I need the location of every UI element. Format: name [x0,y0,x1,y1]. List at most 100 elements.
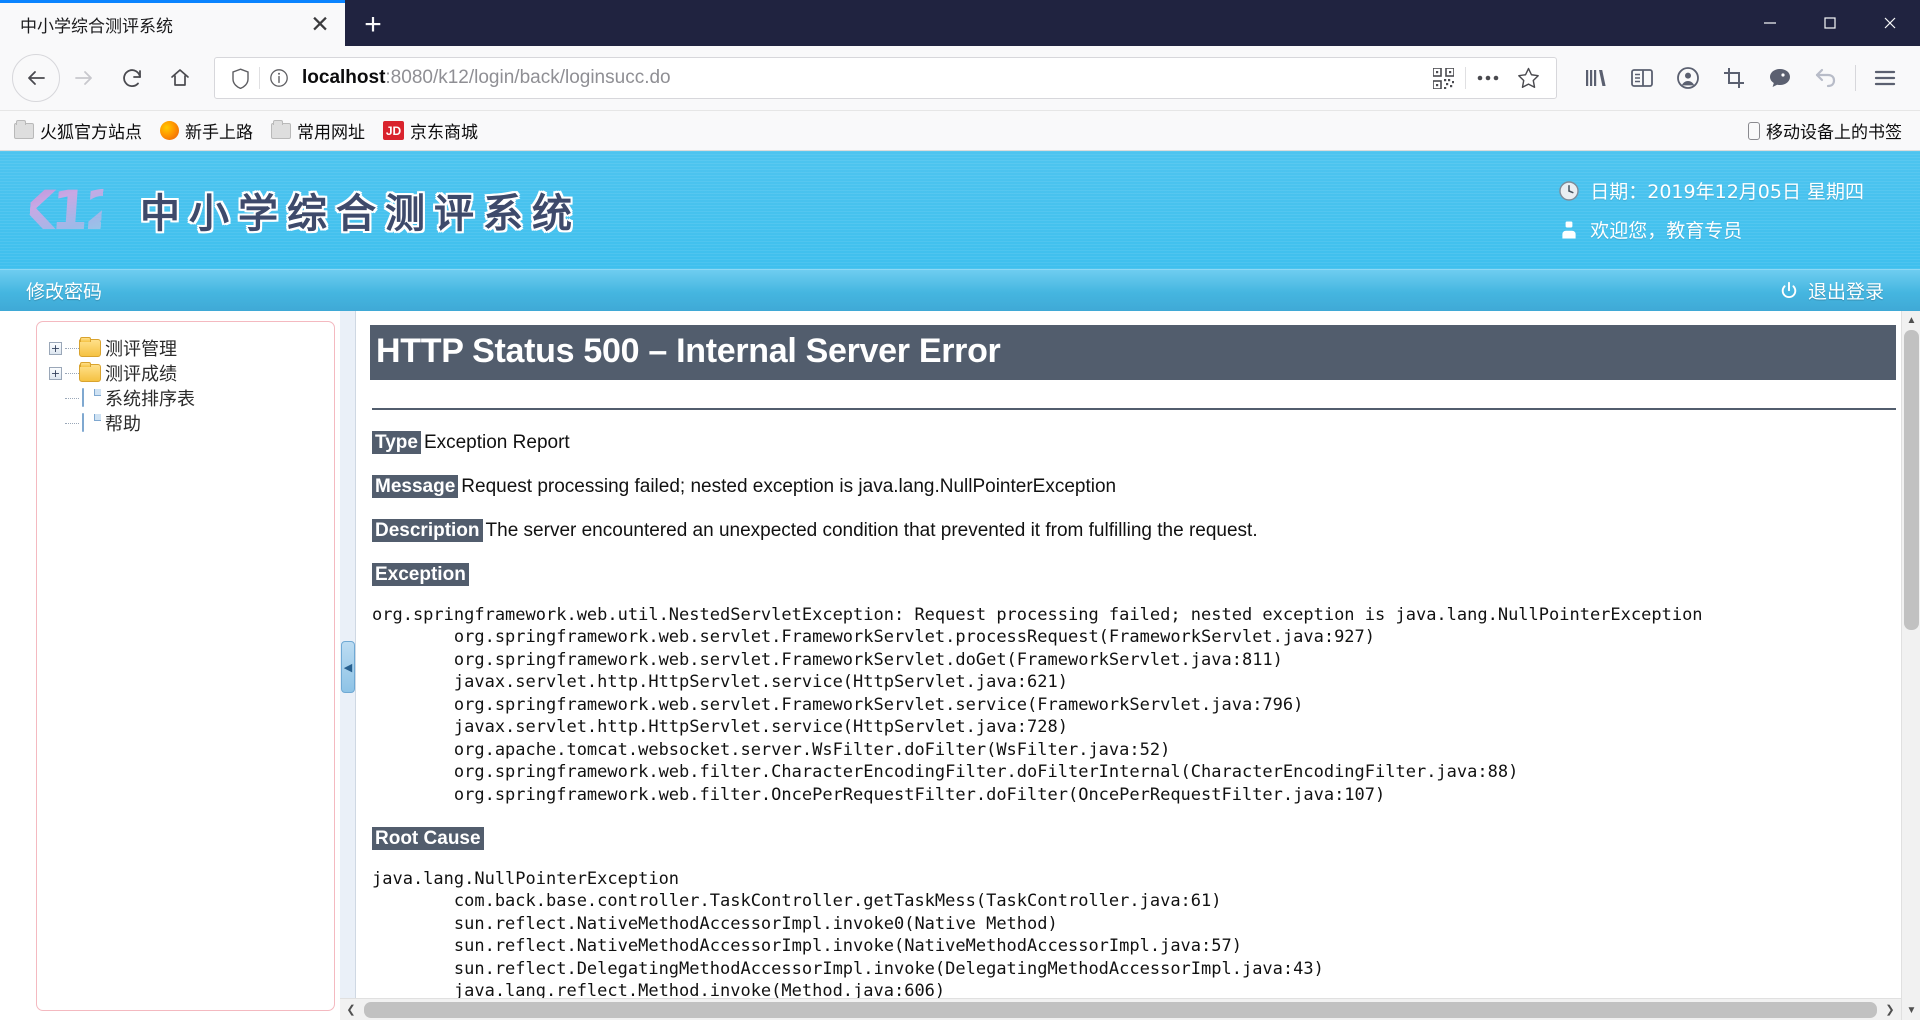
firefox-icon [160,121,179,140]
menu-tree: + 测评管理 + 测评成绩 系统排序表 帮助 [36,321,335,1011]
qr-code-icon[interactable] [1423,59,1463,97]
tree-connector [65,372,79,374]
k12-logo: K12 [11,174,120,246]
chat-bubble-icon[interactable] [1757,54,1803,102]
expand-toggle-icon[interactable]: + [49,366,62,380]
folder-icon [79,337,101,357]
home-icon[interactable] [156,54,204,102]
bookmark-item-mobile[interactable]: 移动设备上的书签 [1748,118,1902,143]
star-icon[interactable] [1508,59,1548,97]
title-divider [372,408,1896,410]
web-page: K12 中小学综合测评系统 日期：2019年12月05日 星期四 欢迎您，教育专… [0,151,1920,1020]
power-icon [1778,280,1800,302]
tab-strip: 中小学综合测评系统 ✕ + [0,0,1920,46]
browser-toolbar-icons [1573,54,1908,102]
jd-icon: JD [383,121,404,140]
library-icon[interactable] [1573,54,1619,102]
address-bar-actions [1423,59,1548,97]
bookmark-item-3[interactable]: JD 京东商城 [383,118,478,143]
bookmark-label: 京东商城 [410,123,478,143]
close-window-icon[interactable] [1860,0,1920,46]
exception-label: Exception [372,563,469,586]
bookmarks-bar: 火狐官方站点 新手上路 常用网址 JD 京东商城 移动设备上的书签 [0,111,1920,151]
page-actions-ellipsis-icon[interactable] [1468,59,1508,97]
sidebar-icon[interactable] [1619,54,1665,102]
restore-icon[interactable] [1800,0,1860,46]
back-arrow-icon[interactable] [12,54,60,102]
forward-arrow-icon [60,54,108,102]
header-info: 日期：2019年12月05日 星期四 欢迎您，教育专员 [1557,177,1864,243]
user-row: 欢迎您，教育专员 [1557,216,1864,243]
file-icon [79,413,101,432]
tree-item-label: 测评成绩 [105,364,177,385]
logout-label: 退出登录 [1807,281,1884,303]
error-root-cause-row: Root Cause [372,826,1920,850]
change-password-link[interactable]: 修改密码 [26,277,102,304]
tree-item-system-sort-table[interactable]: 系统排序表 [49,386,334,410]
horizontal-scrollbar[interactable]: ❮ ❯ [340,998,1901,1020]
user-icon [1557,218,1581,242]
message-value: Request processing failed; nested except… [461,476,1117,497]
description-value: The server encountered an unexpected con… [485,520,1258,541]
message-label: Message [372,475,459,498]
shield-icon[interactable] [223,61,257,95]
folder-icon [79,362,101,382]
scroll-down-arrow[interactable]: ▼ [1902,1001,1920,1020]
horizontal-scrollbar-thumb[interactable] [364,1001,1877,1018]
sidebar: + 测评管理 + 测评成绩 系统排序表 帮助 [0,311,340,1020]
url-path: :8080/k12/login/back/loginsucc.do [385,67,671,88]
tree-item-label: 帮助 [105,414,141,435]
type-value: Exception Report [423,432,570,453]
new-tab-button[interactable]: + [345,3,401,46]
error-message-row: Message Request processing failed; nested… [372,475,1920,498]
tab-title: 中小学综合测评系统 [20,17,173,37]
user-text: 欢迎您，教育专员 [1590,220,1743,242]
url-divider [259,67,260,89]
page-body: + 测评管理 + 测评成绩 系统排序表 帮助 ◀ HTTP Status 500… [0,311,1920,1020]
address-bar[interactable]: localhost:8080/k12/login/back/loginsucc.… [214,57,1557,99]
screenshot-crop-icon[interactable] [1711,54,1757,102]
bookmark-item-1[interactable]: 新手上路 [160,118,253,143]
bookmark-item-2[interactable]: 常用网址 [271,118,365,143]
vertical-scrollbar[interactable]: ▲ ▼ [1901,311,1920,1020]
date-row: 日期：2019年12月05日 星期四 [1557,177,1864,204]
folder-icon [14,119,34,139]
reload-icon[interactable] [108,54,156,102]
minimize-icon[interactable] [1740,0,1800,46]
date-text: 日期：2019年12月05日 星期四 [1590,181,1864,203]
tree-item-assessment-management[interactable]: + 测评管理 [49,336,334,360]
scroll-left-arrow[interactable]: ❮ [340,999,362,1020]
collapse-panel-handle[interactable]: ◀ [341,641,355,693]
url-text[interactable]: localhost:8080/k12/login/back/loginsucc.… [296,67,1423,89]
expand-toggle-icon[interactable]: + [49,341,62,355]
scroll-up-arrow[interactable]: ▲ [1902,311,1920,330]
browser-tab[interactable]: 中小学综合测评系统 ✕ [0,3,345,46]
tree-connector [65,422,79,424]
clock-icon [1557,179,1581,203]
site-title: 中小学综合测评系统 [140,191,581,237]
site-header: K12 中小学综合测评系统 日期：2019年12月05日 星期四 欢迎您，教育专… [0,151,1920,390]
close-tab-icon[interactable]: ✕ [301,6,339,44]
scroll-right-arrow[interactable]: ❯ [1879,999,1901,1020]
account-icon[interactable] [1665,54,1711,102]
toolbar-divider [1855,65,1856,91]
tree-connector [65,397,79,399]
bookmark-label: 移动设备上的书签 [1766,123,1902,143]
undo-arrow-icon[interactable] [1803,54,1849,102]
folder-icon [271,119,291,139]
info-icon[interactable] [262,61,296,95]
error-description-row: Description The server encountered an une… [372,519,1920,542]
tree-item-label: 测评管理 [105,339,177,360]
browser-window: 中小学综合测评系统 ✕ + localhost:8080/k12/login/b… [0,0,1920,1020]
description-label: Description [372,519,483,542]
tree-item-help[interactable]: 帮助 [49,411,334,435]
logout-link[interactable]: 退出登录 [1778,277,1884,304]
root-cause-label: Root Cause [372,826,484,850]
panel-splitter[interactable]: ◀ [340,311,356,1020]
vertical-scrollbar-thumb[interactable] [1904,330,1919,630]
hamburger-menu-icon[interactable] [1862,54,1908,102]
bookmark-label: 新手上路 [185,123,253,143]
tree-item-assessment-scores[interactable]: + 测评成绩 [49,361,334,385]
bookmark-item-0[interactable]: 火狐官方站点 [14,118,142,143]
